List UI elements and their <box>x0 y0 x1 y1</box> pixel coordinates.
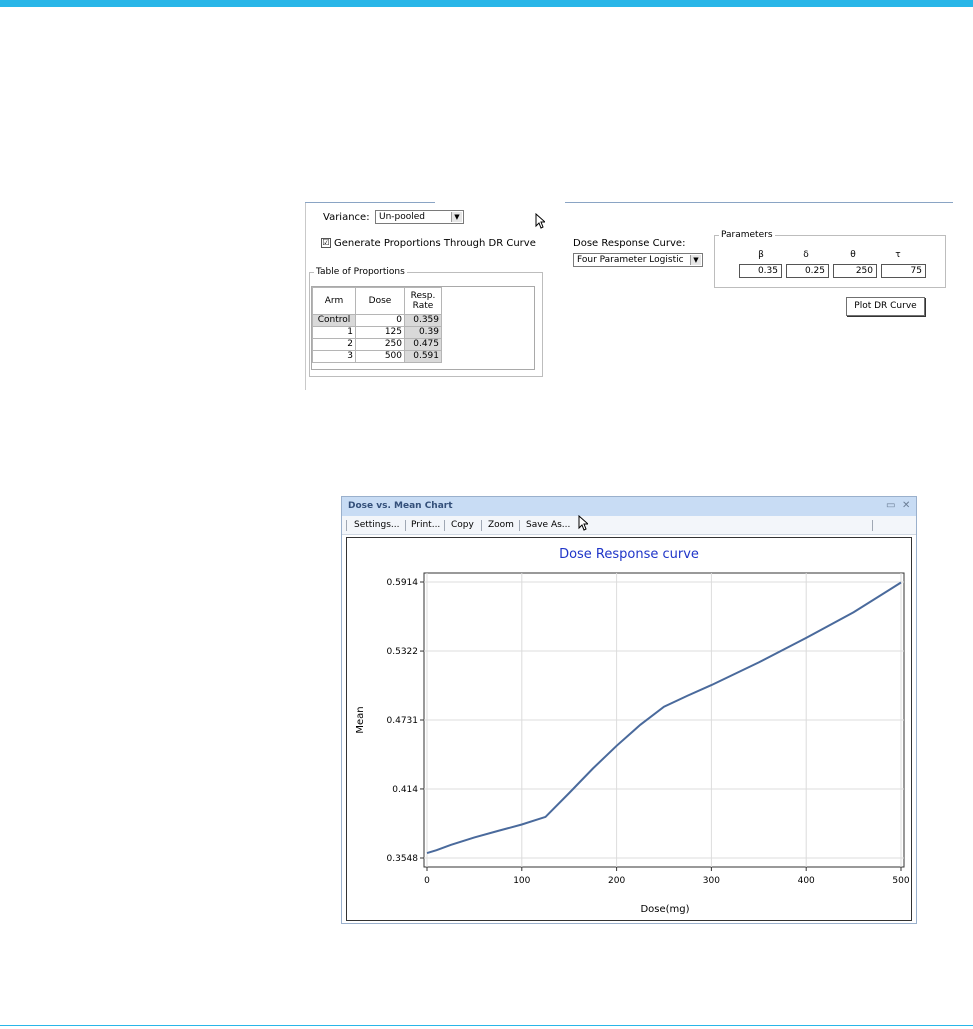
table-row[interactable]: 1 125 0.39 <box>312 326 442 339</box>
dose-cell[interactable]: 500 <box>355 350 405 363</box>
dose-cell[interactable]: 250 <box>355 338 405 351</box>
panel-top-border-left <box>305 202 435 203</box>
chart-titlebar[interactable]: Dose vs. Mean Chart ▭ ✕ <box>342 497 916 516</box>
toolbar-separator <box>405 520 406 531</box>
plot-area: 0 100 200 300 400 500 0.3548 0.414 0.4731 0.5322 0… <box>387 572 910 886</box>
table-row[interactable]: Control 0 0.359 <box>312 314 442 327</box>
dose-cell[interactable]: 0 <box>355 314 405 327</box>
close-icon[interactable]: ✕ <box>902 500 910 511</box>
x-tick-label: 200 <box>608 876 625 886</box>
settings-button[interactable]: Settings... <box>354 520 400 530</box>
x-tick-label: 400 <box>798 876 815 886</box>
y-axis-label: Mean <box>355 706 366 733</box>
variance-value: Un-pooled <box>379 212 426 222</box>
arm-cell[interactable]: Control <box>312 314 356 327</box>
chart-toolbar: Settings... Print... Copy Zoom Save As..… <box>342 516 916 535</box>
y-tick-label: 0.5914 <box>387 578 419 588</box>
copy-button[interactable]: Copy <box>451 520 474 530</box>
dose-response-curve-label: Dose Response Curve: <box>573 238 686 249</box>
y-tick-label: 0.414 <box>392 785 418 795</box>
param-beta-label: β <box>758 250 764 260</box>
print-button[interactable]: Print... <box>411 520 440 530</box>
parameters-legend: Parameters <box>721 230 773 240</box>
column-header-resp-rate: Resp. Rate <box>404 287 442 315</box>
dose-cell[interactable]: 125 <box>355 326 405 339</box>
param-beta-input[interactable]: 0.35 <box>739 264 782 278</box>
mouse-cursor-icon <box>535 213 545 229</box>
toolbar-separator <box>444 520 445 531</box>
maximize-icon[interactable]: ▭ <box>886 500 895 511</box>
proportions-table: Arm Dose Resp. Rate Control 0 0.359 1 12… <box>311 286 535 370</box>
toolbar-separator <box>481 520 482 531</box>
x-tick-label: 500 <box>892 876 909 886</box>
parameters-group: Parameters <box>714 230 946 288</box>
top-accent-bar <box>0 0 973 7</box>
param-tau-input[interactable]: 75 <box>881 264 926 278</box>
arm-cell[interactable]: 2 <box>312 338 356 351</box>
bottom-accent-line <box>0 1025 973 1026</box>
chart-frame: Dose Response curve 0 100 200 300 400 500 0.35… <box>346 537 912 921</box>
zoom-button[interactable]: Zoom <box>488 520 514 530</box>
column-header-arm: Arm <box>312 287 356 315</box>
table-header-row: Arm Dose Resp. Rate <box>312 287 442 315</box>
toolbar-separator <box>872 520 873 531</box>
panel-left-border <box>305 202 306 390</box>
plot-dr-curve-button[interactable]: Plot DR Curve <box>846 297 925 316</box>
rate-cell: 0.359 <box>404 314 442 327</box>
x-tick-label: 0 <box>424 876 430 886</box>
rate-cell: 0.39 <box>404 326 442 339</box>
mouse-cursor-icon <box>578 515 588 531</box>
chevron-down-icon[interactable]: ▼ <box>690 255 701 265</box>
toolbar-separator <box>346 520 347 531</box>
dose-response-curve-select[interactable]: Four Parameter Logistic ▼ <box>573 253 703 267</box>
table-of-proportions-legend: Table of Proportions <box>316 267 405 277</box>
param-tau-label: τ <box>895 250 901 260</box>
arm-cell[interactable]: 1 <box>312 326 356 339</box>
param-theta-input[interactable]: 250 <box>833 264 877 278</box>
variance-label: Variance: <box>323 212 370 223</box>
y-tick-label: 0.4731 <box>387 716 419 726</box>
toolbar-separator <box>519 520 520 531</box>
chart-title: Dose Response curve <box>559 547 699 562</box>
panel-top-border <box>565 202 953 203</box>
param-delta-label: δ <box>803 250 809 260</box>
generate-proportions-checkbox[interactable]: ☑ <box>321 238 331 248</box>
chart-window-title: Dose vs. Mean Chart <box>348 501 453 511</box>
rate-cell: 0.591 <box>404 350 442 363</box>
x-tick-label: 100 <box>513 876 530 886</box>
arm-cell[interactable]: 3 <box>312 350 356 363</box>
chevron-down-icon[interactable]: ▼ <box>451 212 462 222</box>
x-tick-label: 300 <box>703 876 720 886</box>
dose-vs-mean-chart-window: Dose vs. Mean Chart ▭ ✕ Settings... Prin… <box>341 496 917 924</box>
param-theta-label: θ <box>850 250 856 260</box>
rate-cell: 0.475 <box>404 338 442 351</box>
save-as-button[interactable]: Save As... <box>526 520 570 530</box>
y-tick-label: 0.3548 <box>387 854 419 864</box>
variance-select[interactable]: Un-pooled ▼ <box>375 210 464 224</box>
dose-response-chart: Dose Response curve 0 100 200 300 400 500 0.35… <box>355 547 910 915</box>
table-row[interactable]: 2 250 0.475 <box>312 338 442 351</box>
dose-response-curve-value: Four Parameter Logistic <box>577 255 684 265</box>
generate-proportions-label: Generate Proportions Through DR Curve <box>334 238 536 249</box>
y-tick-label: 0.5322 <box>387 647 419 657</box>
x-axis-label: Dose(mg) <box>640 904 689 915</box>
param-delta-input[interactable]: 0.25 <box>786 264 829 278</box>
column-header-dose: Dose <box>355 287 405 315</box>
table-row[interactable]: 3 500 0.591 <box>312 350 442 363</box>
